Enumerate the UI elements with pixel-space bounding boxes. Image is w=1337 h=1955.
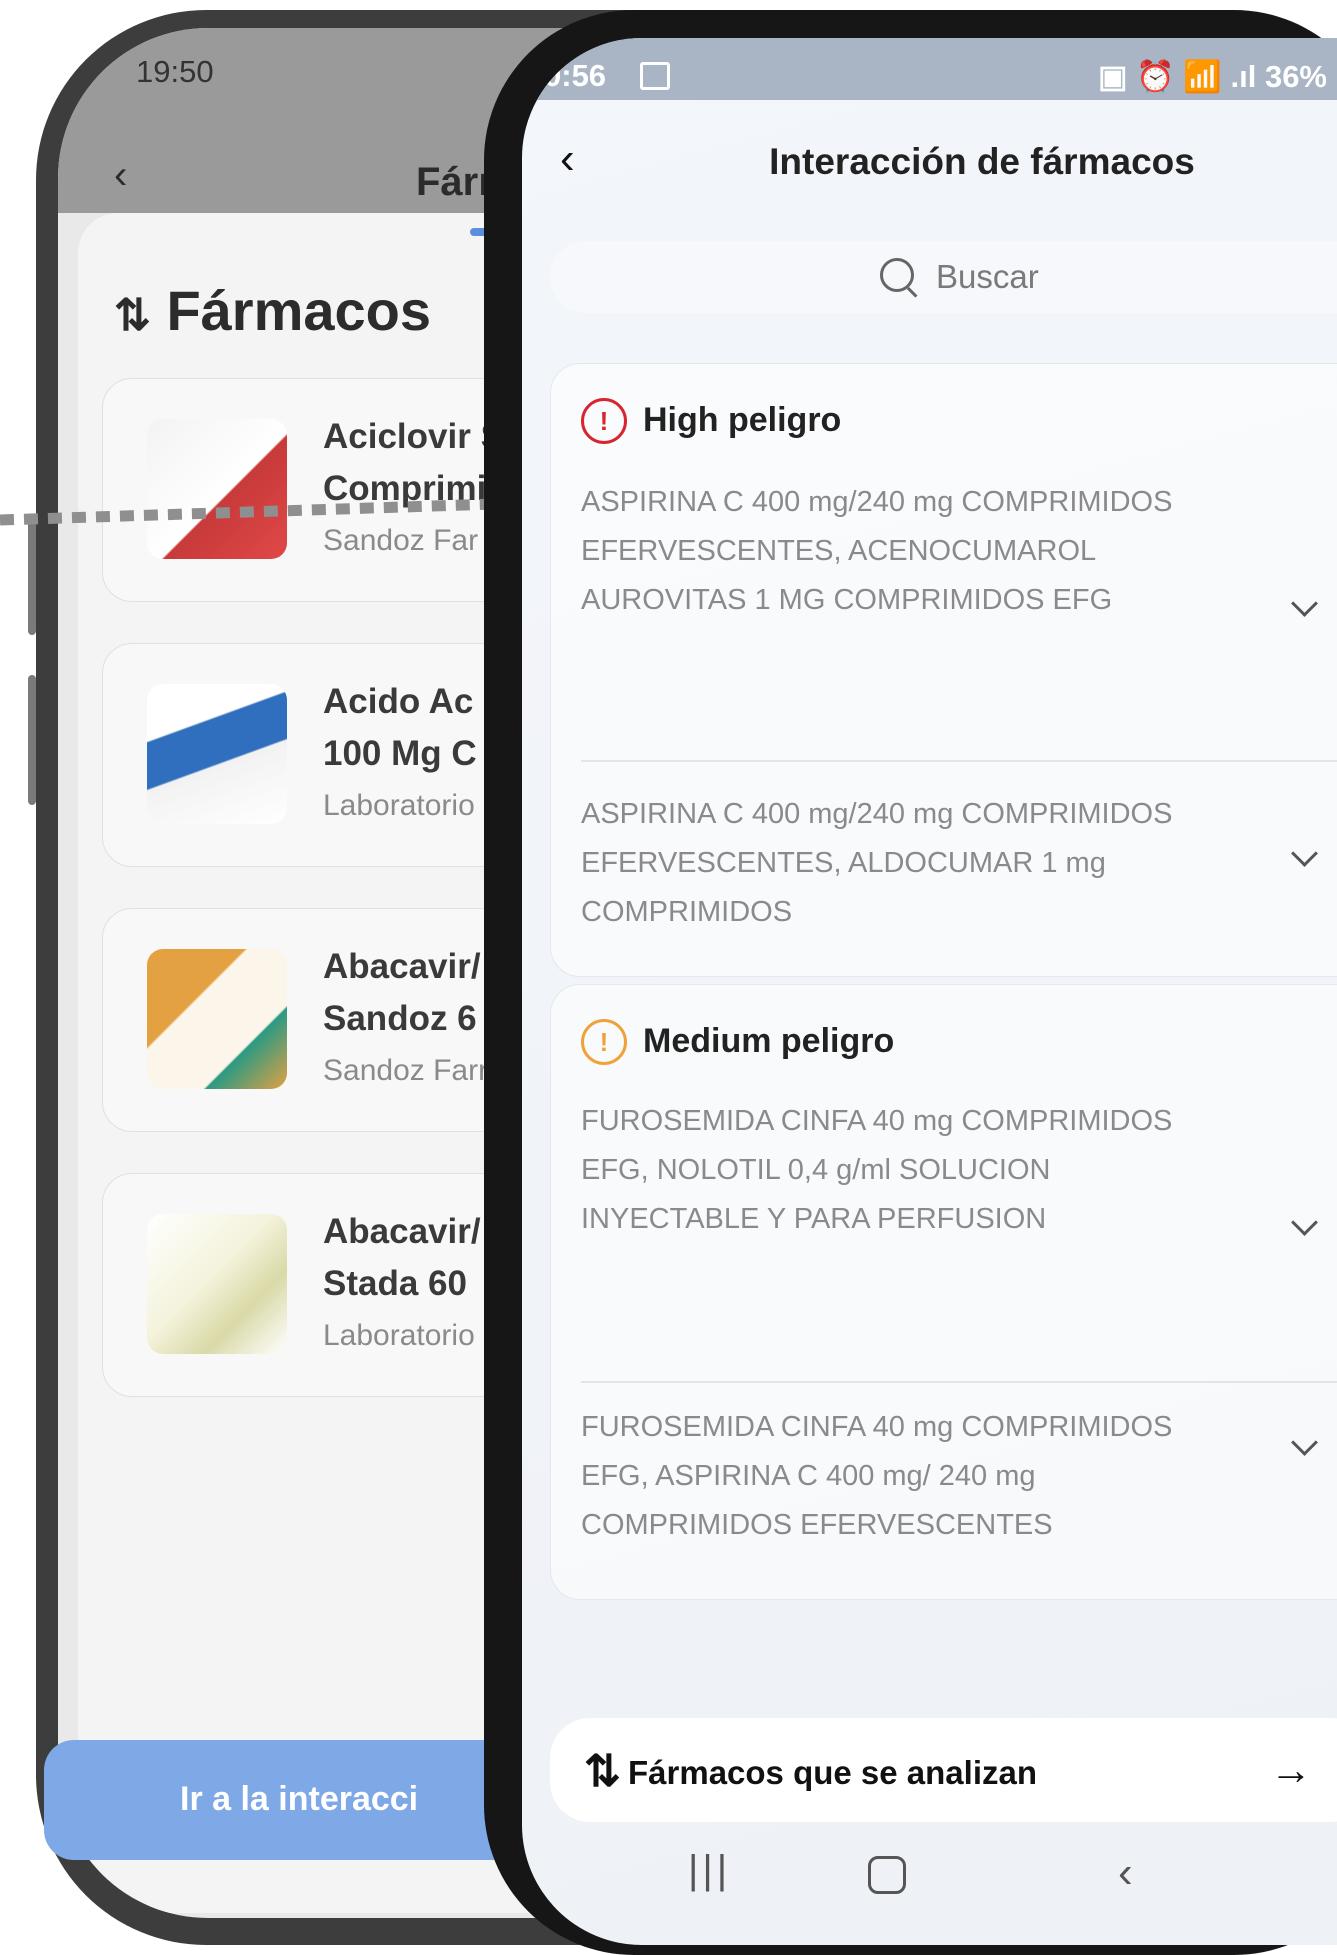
drug-package-image xyxy=(147,949,287,1089)
interaction-item[interactable]: FUROSEMIDA CINFA 40 mg COMPRIMIDOS EFG, … xyxy=(581,1097,1221,1244)
interaction-item[interactable]: ASPIRINA C 400 mg/240 mg COMPRIMIDOS EFE… xyxy=(581,478,1221,625)
system-nav-bar: ||| ‹ xyxy=(522,1848,1337,1945)
arrow-right-icon: → xyxy=(1270,1746,1312,1793)
drug-name-2: Sandoz 6 xyxy=(323,999,477,1038)
home-icon[interactable] xyxy=(868,1856,906,1894)
drug-lab: Sandoz Farr xyxy=(323,1054,489,1087)
search-input[interactable]: Buscar xyxy=(936,258,1039,296)
back-page-heading: ⇅ Fármacos xyxy=(114,279,432,342)
drug-lab: Laboratorio xyxy=(323,1319,475,1352)
drug-name: Acido Ac xyxy=(323,682,474,721)
go-to-interaction-button[interactable]: Ir a la interacci xyxy=(44,1740,504,1860)
sort-arrows-icon: ⇅ xyxy=(114,291,151,340)
divider xyxy=(581,760,1337,762)
drug-package-image xyxy=(147,684,287,824)
chevron-left-icon[interactable]: ‹ xyxy=(114,153,127,198)
image-notification-icon xyxy=(640,62,670,90)
alert-circle-icon: ! xyxy=(581,398,627,444)
search-icon xyxy=(880,258,914,292)
back-header-title: Fárı xyxy=(416,160,490,204)
high-danger-panel: ! High peligro ASPIRINA C 400 mg/240 mg … xyxy=(550,363,1337,977)
analyzed-drugs-button[interactable]: ⇅ Fármacos que se analizan → xyxy=(550,1718,1337,1822)
drug-name-2: 100 Mg C xyxy=(323,734,477,773)
panel-title: Medium peligro xyxy=(643,1022,895,1060)
interaction-item[interactable]: ASPIRINA C 400 mg/240 mg COMPRIMIDOS EFE… xyxy=(581,790,1221,937)
search-bar[interactable]: Buscar xyxy=(550,241,1337,313)
side-button xyxy=(28,675,36,805)
chevron-down-icon[interactable] xyxy=(1291,1209,1318,1236)
status-time: 0:56 xyxy=(544,58,607,93)
status-icons: ▣ ⏰ 📶 .ıl 36% xyxy=(1098,59,1327,94)
back-icon[interactable]: ‹ xyxy=(1118,1848,1133,1898)
drug-lab: Laboratorio xyxy=(323,789,475,822)
back-arrow-icon[interactable]: ‹ xyxy=(560,134,575,184)
interaction-item[interactable]: FUROSEMIDA CINFA 40 mg COMPRIMIDOS EFG, … xyxy=(581,1403,1221,1550)
drug-name: Abacavir/ xyxy=(323,1212,481,1251)
drug-name: Abacavir/ xyxy=(323,947,481,986)
page-title: Interacción de fármacos xyxy=(769,141,1195,182)
chevron-down-icon[interactable] xyxy=(1291,840,1318,867)
panel-title: High peligro xyxy=(643,401,842,439)
back-status-time: 19:50 xyxy=(136,54,214,89)
recent-apps-icon[interactable]: ||| xyxy=(688,1848,731,1893)
sort-arrows-icon: ⇅ xyxy=(584,1747,621,1796)
alert-circle-icon: ! xyxy=(581,1019,627,1065)
chevron-down-icon[interactable] xyxy=(1291,1429,1318,1456)
side-button xyxy=(28,520,36,635)
medium-danger-panel: ! Medium peligro FUROSEMIDA CINFA 40 mg … xyxy=(550,984,1337,1600)
drug-package-image xyxy=(147,1214,287,1354)
front-screen: 0:56 ▣ ⏰ 📶 .ıl 36% ‹ Interacción de fárm… xyxy=(522,38,1337,1945)
drug-name: Aciclovir S xyxy=(323,417,504,456)
divider xyxy=(581,1381,1337,1383)
chevron-down-icon[interactable] xyxy=(1291,590,1318,617)
drug-name-2: Stada 60 xyxy=(323,1264,467,1303)
analyzed-drugs-label: Fármacos que se analizan xyxy=(628,1754,1038,1791)
